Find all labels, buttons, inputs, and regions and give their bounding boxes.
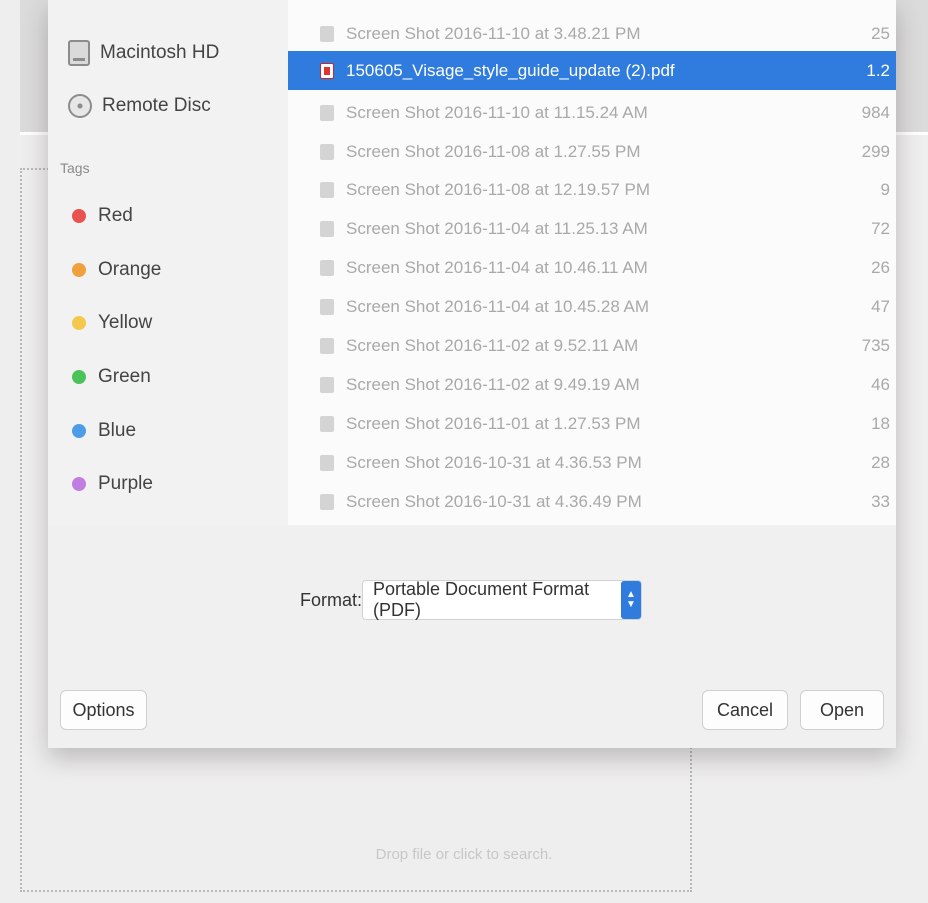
drop-zone-text: Drop file or click to search.	[375, 846, 553, 863]
file-row[interactable]: Screen Shot 2016-11-04 at 11.25.13 AM 72	[288, 209, 896, 248]
image-icon	[320, 259, 334, 276]
chevron-updown-icon: ▲ ▼	[621, 581, 641, 619]
file-size: 25	[871, 23, 890, 43]
purple-dot-icon	[72, 477, 86, 491]
image-icon	[320, 376, 334, 393]
file-size: 1.2	[866, 60, 890, 80]
image-icon	[320, 25, 334, 42]
open-file-dialog: Macintosh HD Remote Disc Tags Red Orange…	[48, 0, 896, 748]
blue-dot-icon	[72, 424, 86, 438]
image-icon	[320, 337, 334, 354]
file-row[interactable]: Screen Shot 2016-11-10 at 3.48.21 PM 25	[288, 14, 896, 53]
file-size: 18	[871, 413, 890, 433]
options-button[interactable]: Options	[60, 690, 147, 730]
tag-green[interactable]: Green	[72, 362, 151, 392]
file-row[interactable]: Screen Shot 2016-11-04 at 10.46.11 AM 26	[288, 248, 896, 287]
image-icon	[320, 454, 334, 471]
tags-section-title: Tags	[60, 160, 90, 176]
hard-drive-icon	[68, 40, 90, 66]
file-name: 150605_Visage_style_guide_update (2).pdf	[346, 60, 675, 80]
file-size: 72	[871, 218, 890, 238]
green-dot-icon	[72, 370, 86, 384]
format-select-value: Portable Document Format (PDF)	[373, 579, 590, 620]
file-row-selected[interactable]: 150605_Visage_style_guide_update (2).pdf…	[288, 51, 896, 90]
file-row[interactable]: Screen Shot 2016-11-02 at 9.49.19 AM 46	[288, 365, 896, 404]
file-name: Screen Shot 2016-11-01 at 1.27.53 PM	[346, 413, 641, 433]
tag-red[interactable]: Red	[72, 201, 133, 231]
file-name: Screen Shot 2016-11-04 at 11.25.13 AM	[346, 218, 648, 238]
file-size: 26	[871, 257, 890, 277]
file-row[interactable]: Screen Shot 2016-11-01 at 1.27.53 PM 18	[288, 404, 896, 443]
tag-label: Yellow	[98, 312, 153, 333]
image-icon	[320, 220, 334, 237]
file-row[interactable]: Screen Shot 2016-11-08 at 1.27.55 PM 299	[288, 132, 896, 171]
file-name: Screen Shot 2016-11-04 at 10.46.11 AM	[346, 257, 648, 277]
image-icon	[320, 143, 334, 160]
tag-purple[interactable]: Purple	[72, 469, 153, 499]
orange-dot-icon	[72, 263, 86, 277]
sidebar-item-remote-disc[interactable]: Remote Disc	[68, 89, 211, 123]
file-row[interactable]: Screen Shot 2016-11-04 at 10.45.28 AM 47	[288, 287, 896, 326]
file-size: 47	[871, 296, 890, 316]
file-size: 46	[871, 374, 890, 394]
tag-yellow[interactable]: Yellow	[72, 308, 152, 338]
image-icon	[320, 493, 334, 510]
image-icon	[320, 104, 334, 121]
tag-label: Red	[98, 205, 133, 226]
tag-blue[interactable]: Blue	[72, 416, 136, 446]
disc-icon	[68, 94, 92, 118]
file-name: Screen Shot 2016-10-31 at 4.36.53 PM	[346, 452, 642, 472]
file-row[interactable]: Screen Shot 2016-11-10 at 11.15.24 AM 98…	[288, 93, 896, 132]
file-size: 735	[861, 335, 890, 355]
yellow-dot-icon	[72, 316, 86, 330]
sidebar: Macintosh HD Remote Disc Tags Red Orange…	[48, 0, 288, 525]
file-row[interactable]: Screen Shot 2016-10-31 at 4.36.53 PM 28	[288, 443, 896, 482]
tag-orange[interactable]: Orange	[72, 255, 161, 285]
tag-label: Purple	[98, 473, 153, 494]
sidebar-item-label: Remote Disc	[102, 95, 211, 116]
file-name: Screen Shot 2016-11-04 at 10.45.28 AM	[346, 296, 650, 316]
file-name: Screen Shot 2016-11-02 at 9.49.19 AM	[346, 374, 640, 394]
file-list: Screen Shot 2016-11-10 at 3.48.21 PM 25 …	[288, 0, 896, 525]
file-row[interactable]: Screen Shot 2016-10-31 at 4.36.49 PM 33	[288, 482, 896, 521]
file-name: Screen Shot 2016-11-10 at 3.48.21 PM	[346, 23, 641, 43]
file-size: 9	[880, 179, 890, 199]
file-row[interactable]: Screen Shot 2016-11-02 at 9.52.11 AM 735	[288, 326, 896, 365]
image-icon	[320, 298, 334, 315]
tag-label: Blue	[98, 420, 137, 441]
file-name: Screen Shot 2016-10-31 at 4.36.49 PM	[346, 491, 642, 511]
file-name: Screen Shot 2016-11-10 at 11.15.24 AM	[346, 102, 648, 122]
format-select[interactable]: Portable Document Format (PDF) ▲ ▼	[362, 579, 642, 620]
file-size: 33	[871, 491, 890, 511]
image-icon	[320, 181, 334, 198]
file-row[interactable]: Screen Shot 2016-11-08 at 12.19.57 PM 9	[288, 170, 896, 209]
format-label: Format:	[300, 590, 363, 610]
image-icon	[320, 415, 334, 432]
file-size: 28	[871, 452, 890, 472]
file-name: Screen Shot 2016-11-02 at 9.52.11 AM	[346, 335, 639, 355]
file-size: 299	[861, 141, 890, 161]
red-dot-icon	[72, 209, 86, 223]
cancel-button[interactable]: Cancel	[702, 690, 788, 730]
file-size: 984	[861, 102, 890, 122]
file-name: Screen Shot 2016-11-08 at 12.19.57 PM	[346, 179, 650, 199]
file-name: Screen Shot 2016-11-08 at 1.27.55 PM	[346, 141, 641, 161]
tag-label: Green	[98, 366, 151, 387]
sidebar-item-label: Macintosh HD	[100, 42, 220, 63]
open-button[interactable]: Open	[800, 690, 884, 730]
pdf-icon	[320, 62, 334, 79]
sidebar-item-macintosh-hd[interactable]: Macintosh HD	[68, 36, 219, 70]
tag-label: Orange	[98, 259, 162, 280]
